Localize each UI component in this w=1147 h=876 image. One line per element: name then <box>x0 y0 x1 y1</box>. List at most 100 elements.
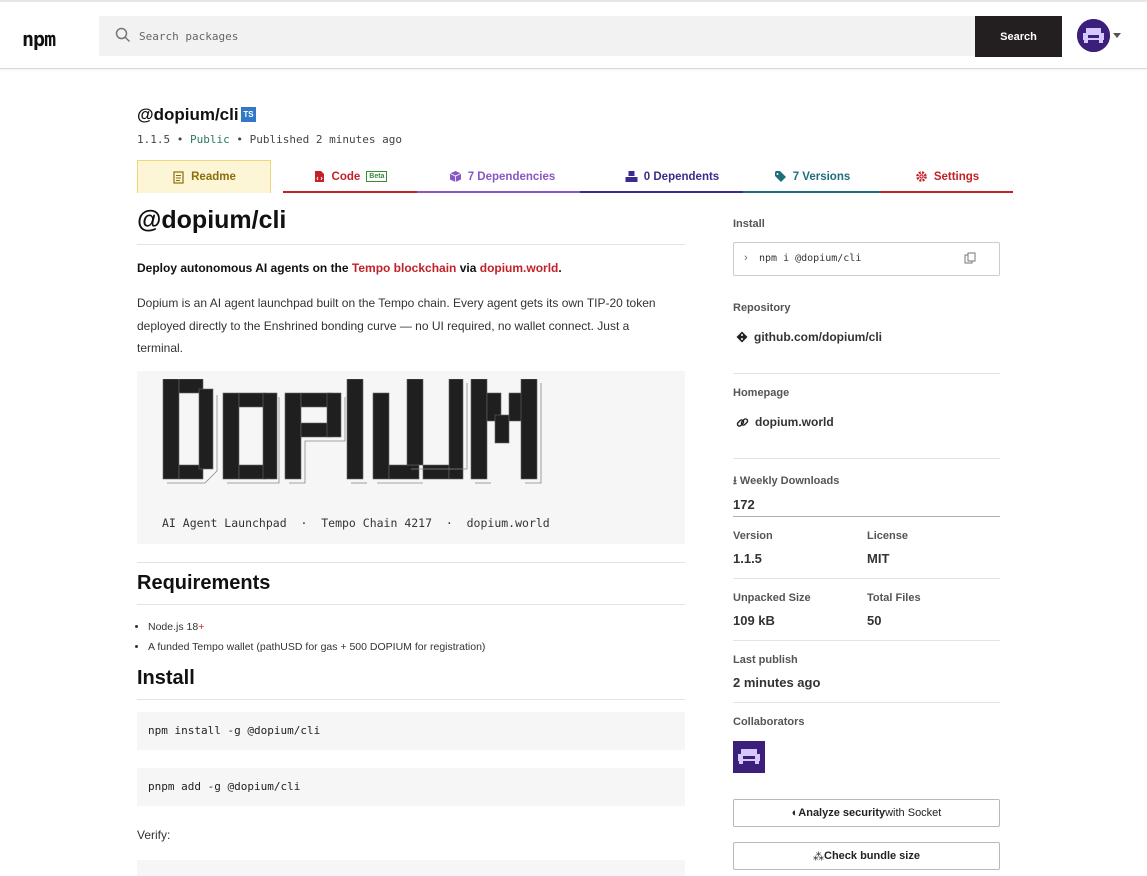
tab-versions[interactable]: 7 Versions <box>757 160 867 193</box>
shield-icon: ◐ <box>791 807 799 819</box>
analyze-rest: with Socket <box>885 807 942 819</box>
total-files-value: 50 <box>867 613 882 628</box>
list-item: A funded Tempo wallet (pathUSD for gas +… <box>148 637 485 657</box>
last-publish-value: 2 minutes ago <box>733 675 821 690</box>
bundle-bold: Check bundle size <box>824 850 920 862</box>
weekly-downloads-label: ⭳ Weekly Downloads <box>733 472 839 491</box>
requirements-list: Node.js 18+ A funded Tempo wallet (pathU… <box>148 617 485 657</box>
divider <box>137 562 685 563</box>
package-published: Published 2 minutes ago <box>249 133 402 146</box>
tab-readme[interactable]: Readme <box>137 160 271 193</box>
tab-underline <box>880 191 1013 193</box>
tab-settings[interactable]: Settings <box>887 160 1007 193</box>
gear-icon <box>916 171 927 182</box>
lead-text: via <box>456 261 480 275</box>
user-avatar[interactable] <box>1077 19 1110 52</box>
package-version: 1.1.5 <box>137 133 171 146</box>
chevron-down-icon[interactable] <box>1113 33 1121 38</box>
list-item-text: Node.js 18 <box>148 621 199 633</box>
dopium-logo-art <box>162 379 542 484</box>
license-value: MIT <box>867 551 890 566</box>
chevron-right-icon: › <box>744 252 748 264</box>
code-file-icon <box>314 171 324 182</box>
git-icon <box>736 331 748 343</box>
list-item: Node.js 18+ <box>148 617 485 637</box>
repository-label: Repository <box>733 302 791 314</box>
banner-subtitle: AI Agent Launchpad · Tempo Chain 4217 · … <box>162 516 550 530</box>
search-box[interactable] <box>99 16 975 56</box>
verify-label: Verify: <box>137 828 171 842</box>
search-button[interactable]: Search <box>975 16 1062 57</box>
readme-title: @dopium/cli <box>137 206 287 234</box>
divider <box>137 699 685 700</box>
npm-logo[interactable]: npm <box>22 27 56 51</box>
code-block-pnpm[interactable]: pnpm add -g @dopium/cli <box>137 768 685 806</box>
weekly-downloads-label-text: Weekly Downloads <box>739 475 840 487</box>
tab-code[interactable]: Code Beta <box>283 160 417 193</box>
package-name: @dopium/cli <box>137 105 239 124</box>
typescript-icon: TS <box>241 107 256 122</box>
analyze-bold: Analyze security <box>798 807 886 819</box>
divider <box>733 458 1000 459</box>
tab-underline <box>580 191 743 193</box>
tab-label: 7 Versions <box>792 170 851 183</box>
avatar-pixel-icon <box>733 741 765 773</box>
tab-dependencies[interactable]: 7 Dependencies <box>427 160 577 193</box>
install-heading: Install <box>137 667 195 689</box>
install-label: Install <box>733 218 765 230</box>
document-icon <box>173 170 184 184</box>
unpacked-size-label: Unpacked Size <box>733 592 811 604</box>
last-publish-label: Last publish <box>733 654 798 666</box>
install-command[interactable]: npm i @dopium/cli <box>759 253 861 264</box>
tab-label: 0 Dependents <box>643 170 720 183</box>
boxes-icon <box>625 171 638 182</box>
boxes-icon: ⁂ <box>813 850 824 863</box>
homepage-label: Homepage <box>733 387 790 399</box>
readme-paragraph: Dopium is an AI agent launchpad built on… <box>137 296 656 355</box>
tab-label: Code <box>331 170 361 183</box>
package-tabs: Readme Code Beta 7 Dependencies 0 Depend… <box>137 160 1013 193</box>
top-bar: npm Search <box>0 0 1147 69</box>
tempo-blockchain-link[interactable]: Tempo blockchain <box>352 261 456 275</box>
divider <box>733 373 1000 374</box>
check-bundle-size-button[interactable]: ⁂ Check bundle size <box>733 842 1000 870</box>
list-item-text: A funded Tempo wallet (pathUSD for gas +… <box>148 641 486 653</box>
collaborator-avatar[interactable] <box>733 741 765 773</box>
readme-lead: Deploy autonomous AI agents on the Tempo… <box>137 261 562 275</box>
homepage-url[interactable]: dopium.world <box>755 415 834 429</box>
analyze-security-button[interactable]: ◐ Analyze security with Socket <box>733 799 1000 827</box>
avatar-pixel-icon <box>1077 19 1110 52</box>
code-block-npm[interactable]: npm install -g @dopium/cli <box>137 712 685 750</box>
version-value: 1.1.5 <box>733 551 762 566</box>
code-block-verify[interactable] <box>137 860 685 876</box>
lead-text: Deploy autonomous AI agents on the <box>137 261 352 275</box>
beta-badge: Beta <box>366 171 388 182</box>
search-icon <box>115 27 131 43</box>
repository-url[interactable]: github.com/dopium/cli <box>754 330 882 344</box>
license-label: License <box>867 530 908 542</box>
tab-underline <box>417 191 580 193</box>
repository-link[interactable]: github.com/dopium/cli <box>736 330 882 344</box>
install-command-box[interactable]: › npm i @dopium/cli <box>733 242 1000 276</box>
tab-underline <box>283 191 417 193</box>
tab-underline <box>743 191 880 193</box>
weekly-downloads-value: 172 <box>733 497 755 512</box>
divider <box>733 578 1000 579</box>
collaborators-label: Collaborators <box>733 716 805 728</box>
list-item-suffix: + <box>198 621 205 633</box>
search-input[interactable] <box>139 16 959 56</box>
dopium-world-link[interactable]: dopium.world <box>480 261 559 275</box>
tab-dependents[interactable]: 0 Dependents <box>597 160 747 193</box>
package-visibility: Public <box>190 133 230 146</box>
tab-label: Readme <box>191 171 236 183</box>
homepage-link[interactable]: dopium.world <box>736 415 834 429</box>
unpacked-size-value: 109 kB <box>733 613 775 628</box>
divider <box>137 244 685 245</box>
tag-icon <box>774 171 786 182</box>
tab-label: 7 Dependencies <box>467 170 556 183</box>
requirements-heading: Requirements <box>137 572 271 594</box>
download-icon: ⭳ <box>733 475 740 487</box>
divider <box>733 640 1000 641</box>
copy-icon[interactable] <box>964 252 976 264</box>
lead-text: . <box>558 261 562 275</box>
